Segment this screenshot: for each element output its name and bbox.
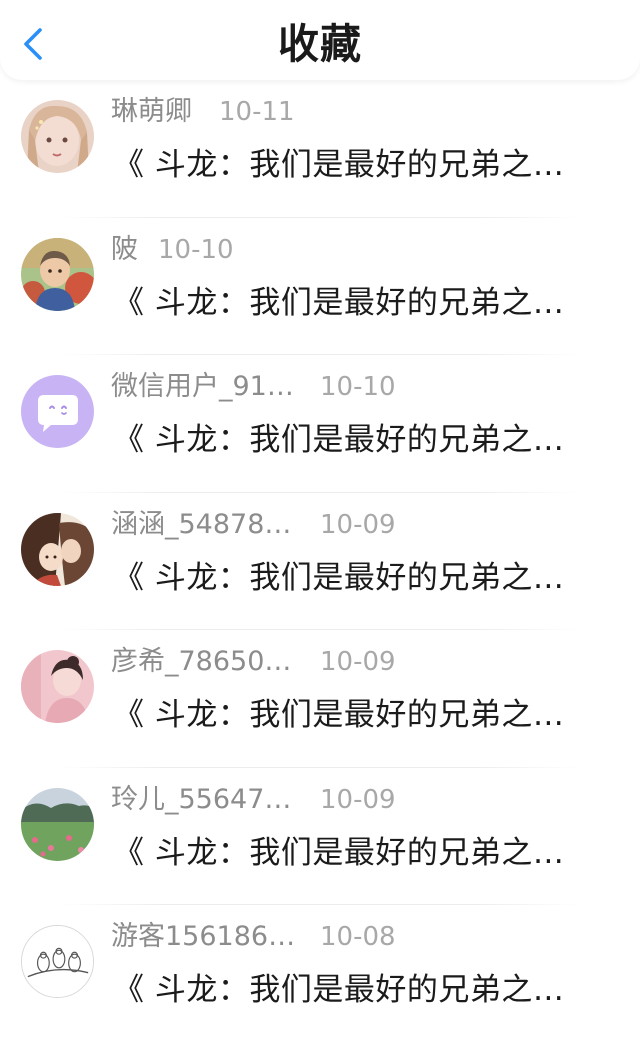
favorite-preview-text: 《 斗龙：我们是最好的兄弟之…	[113, 284, 565, 321]
sender-name: 琳萌卿	[111, 96, 192, 127]
birds-sketch-avatar	[22, 926, 93, 997]
favorite-preview-text: 《 斗龙：我们是最好的兄弟之…	[113, 834, 565, 871]
item-date: 10-08	[320, 922, 396, 952]
item-date: 10-09	[320, 784, 396, 815]
item-date: 10-11	[219, 97, 295, 127]
item-date: 10-10	[158, 234, 234, 265]
pink-girl-avatar	[21, 650, 94, 723]
avatar[interactable]	[21, 375, 94, 448]
favorite-preview-text: 《 斗龙：我们是最好的兄弟之…	[113, 697, 565, 733]
favorite-preview-text: 《 斗龙：我们是最好的兄弟之…	[113, 972, 565, 1008]
landscape-lotus-avatar	[21, 787, 94, 861]
sender-name: 玲儿_55647…	[111, 783, 292, 815]
list-item[interactable]: 玲儿_55647… 10-09 《 斗龙：我们是最好的兄弟之…	[0, 768, 640, 905]
girl-portrait-avatar	[21, 100, 94, 173]
list-item[interactable]: 彦希_78650… 10-09 《 斗龙：我们是最好的兄弟之…	[0, 630, 640, 768]
list-item[interactable]: 陂 10-10 《 斗龙：我们是最好的兄弟之…	[0, 218, 640, 355]
avatar[interactable]	[21, 237, 94, 311]
favorites-list: 琳萌卿 10-11 《 斗龙：我们是最好的兄弟之… 陂 10-10 《 斗龙：我…	[0, 80, 640, 1043]
avatar[interactable]	[21, 925, 94, 998]
avatar[interactable]	[21, 787, 94, 861]
favorite-preview-text: 《 斗龙：我们是最好的兄弟之…	[113, 559, 565, 596]
chat-bubble-default-avatar	[21, 375, 94, 448]
child-photo-avatar	[21, 237, 94, 311]
avatar[interactable]	[21, 100, 94, 173]
list-item[interactable]: 涵涵_54878… 10-09 《 斗龙：我们是最好的兄弟之…	[0, 493, 640, 630]
favorite-preview-text: 《 斗龙：我们是最好的兄弟之…	[113, 422, 565, 458]
sender-name: 涵涵_54878…	[111, 508, 292, 540]
anime-couple-avatar	[21, 512, 94, 586]
item-date: 10-10	[320, 372, 396, 402]
avatar[interactable]	[21, 512, 94, 586]
avatar[interactable]	[21, 650, 94, 723]
sender-name: 游客156186…	[111, 921, 296, 952]
list-item[interactable]: 琳萌卿 10-11 《 斗龙：我们是最好的兄弟之…	[0, 80, 640, 218]
sender-name: 彦希_78650…	[111, 646, 292, 677]
page-title: 收藏	[278, 20, 362, 68]
item-date: 10-09	[320, 647, 396, 677]
favorite-preview-text: 《 斗龙：我们是最好的兄弟之…	[113, 147, 565, 183]
header-bar: 收藏	[0, 0, 640, 80]
list-item[interactable]: 游客156186… 10-08 《 斗龙：我们是最好的兄弟之…	[0, 905, 640, 1043]
list-item[interactable]: 微信用户_91… 10-10 《 斗龙：我们是最好的兄弟之…	[0, 355, 640, 493]
sender-name: 微信用户_91…	[111, 371, 294, 402]
sender-name: 陂	[111, 233, 138, 265]
item-date: 10-09	[320, 509, 396, 540]
